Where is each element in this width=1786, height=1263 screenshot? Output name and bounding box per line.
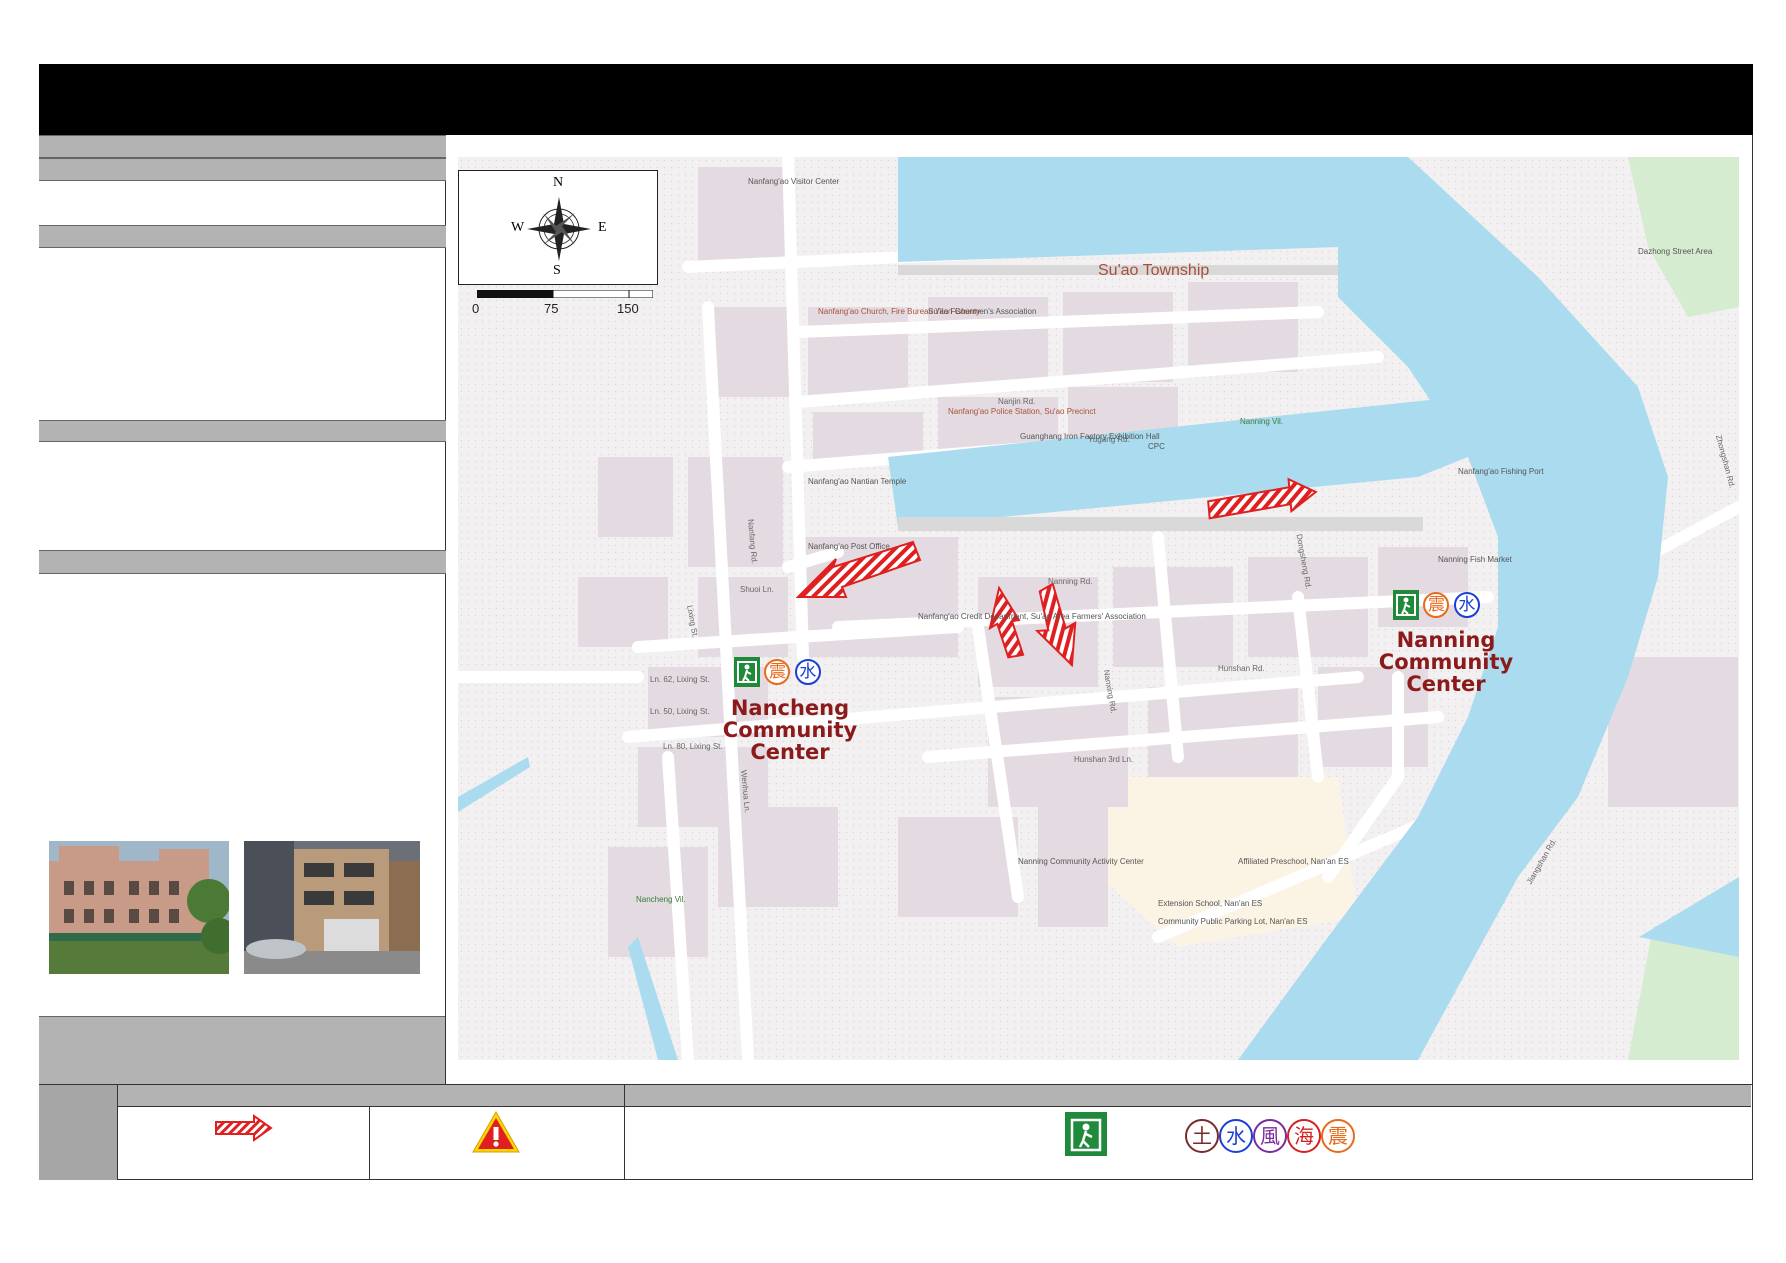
scale-label-75: 75 [544, 301, 559, 316]
poi-label: Su'ao Fishermen's Association [928, 307, 1037, 316]
panel-header-2 [39, 158, 446, 181]
legend-cell-warning [370, 1107, 625, 1180]
shelter-icon [1065, 1112, 1107, 1156]
panel-header-3 [39, 225, 446, 248]
poi-label: Guanghang Iron Factory Exhibition Hall [1020, 432, 1160, 441]
title-bar [39, 64, 1753, 135]
panel-cell-1 [39, 181, 445, 225]
poi-label: Nanfang'ao Post Office [808, 542, 890, 551]
scale-label-150: 150 [617, 301, 639, 316]
info-panel [39, 135, 446, 1085]
street-label: Ln. 80, Lixing St. [663, 742, 723, 751]
panel-header-4 [39, 420, 446, 442]
evacuation-route-icon [215, 1114, 273, 1142]
legend-header-left [118, 1085, 625, 1107]
poi-label: Affiliated Preschool, Nan'an ES [1238, 857, 1349, 866]
street-label: Ln. 62, Lixing St. [650, 675, 710, 684]
legend-cell-arrow [118, 1107, 370, 1180]
poi-label: Dazhong Street Area [1638, 247, 1713, 256]
shelter-icon [734, 657, 760, 687]
street-label: Nanning Rd. [1048, 577, 1093, 586]
street-label: Shuoi Ln. [740, 585, 774, 594]
scale-label-0: 0 [472, 301, 480, 316]
center-name-line: Nanning [1396, 628, 1496, 652]
shelter-icon [1393, 590, 1419, 620]
poi-label: Nanning Fish Market [1438, 555, 1512, 564]
poi-label: Community Public Parking Lot, Nan'an ES [1158, 917, 1308, 926]
panel-cell-2 [39, 248, 445, 420]
street-label: Nanning Vil. [1240, 417, 1283, 426]
earthquake-hazard-icon: 震 [1321, 1119, 1355, 1153]
poi-label: Nanning Community Activity Center [1018, 857, 1144, 866]
flood-hazard-icon: 水 [1453, 592, 1480, 618]
compass-south-label: S [553, 263, 561, 278]
street-label: Hunshan Rd. [1218, 664, 1265, 673]
township-label: Su'ao Township [1098, 262, 1210, 279]
poi-label: Nanfang'ao Fishing Port [1458, 467, 1544, 476]
poi-label: Extension School, Nan'an ES [1158, 899, 1263, 908]
panel-header-5 [39, 550, 446, 574]
flood-hazard-icon: 水 [1219, 1119, 1253, 1153]
typhoon-hazard-icon: 風 [1253, 1119, 1287, 1153]
poi-label: CPC [1148, 442, 1165, 451]
poi-label: Nanfang'ao Visitor Center [748, 177, 840, 186]
building-photo-2 [244, 841, 420, 974]
legend-cell-shelter: 土水風海震 [625, 1107, 1752, 1180]
landslide-hazard-icon: 土 [1185, 1119, 1219, 1153]
panel-footer [39, 1016, 445, 1085]
legend-header-right [625, 1085, 1751, 1107]
compass-east-label: E [598, 220, 607, 235]
poi-label: Nanfang'ao Nantian Temple [808, 477, 907, 486]
poi-label: Nanfang'ao Police Station, Su'ao Precinc… [948, 407, 1096, 416]
flood-hazard-icon: 水 [794, 659, 821, 685]
nanning-center-name: Nanning Community Center [1336, 629, 1556, 695]
warning-icon [472, 1110, 520, 1153]
scale-bar [477, 290, 653, 298]
compass-north-label: N [553, 175, 564, 190]
compass-west-label: W [511, 220, 525, 235]
center-name-line: Community Center [1378, 650, 1514, 696]
center-name-line: Community [722, 718, 858, 742]
tsunami-hazard-icon: 海 [1287, 1119, 1321, 1153]
hazard-icon-legend: 土水風海震 [1185, 1119, 1355, 1153]
street-label: Hunshan 3rd Ln. [1074, 755, 1134, 764]
panel-cell-3 [39, 442, 445, 550]
legend-side-label [39, 1085, 118, 1180]
street-label: Nanjin Rd. [998, 397, 1036, 406]
compass-box: N S E W [458, 170, 658, 285]
poi-label: Nanfang'ao Credit Department, Su'ao Area… [918, 612, 1146, 621]
earthquake-hazard-icon: 震 [1423, 592, 1450, 618]
center-name-line: Nancheng [730, 696, 850, 720]
nanning-center-marker[interactable]: 震 水 [1393, 590, 1480, 620]
panel-header-1 [39, 135, 446, 158]
nancheng-center-name: Nancheng Community Center [720, 697, 860, 763]
street-label: Nancheng Vil. [636, 895, 686, 904]
street-label: Ln. 50, Lixing St. [650, 707, 710, 716]
nancheng-center-marker[interactable]: 震 水 [734, 657, 821, 687]
legend: 土水風海震 [39, 1084, 1753, 1180]
center-name-line: Center [750, 740, 830, 764]
earthquake-hazard-icon: 震 [764, 659, 791, 685]
building-photo-1 [49, 841, 229, 974]
